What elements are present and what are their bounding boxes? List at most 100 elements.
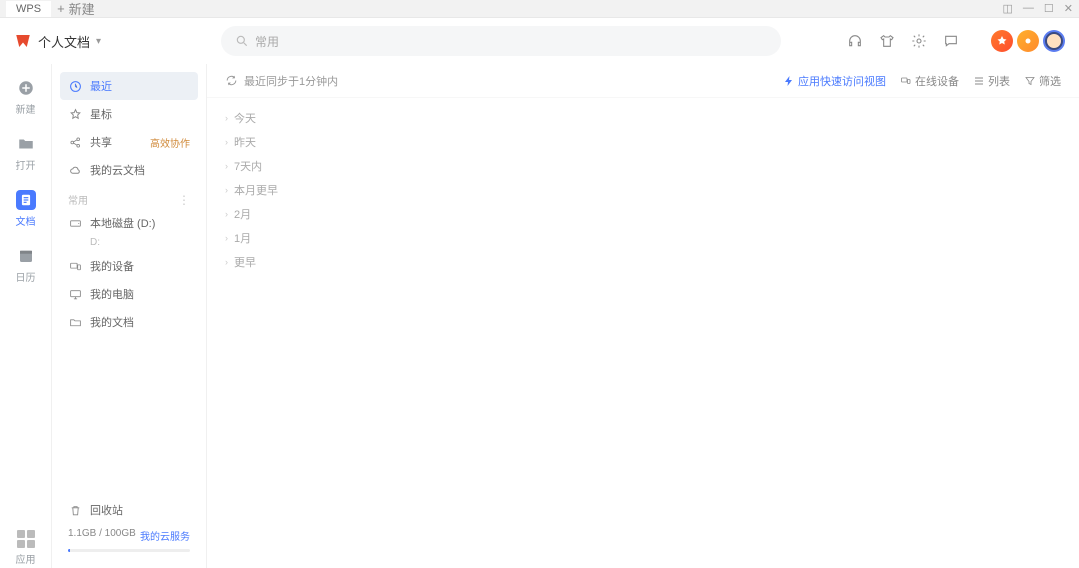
sidebar-cloud-label: 我的云文档	[90, 162, 145, 178]
sidebar-item-cloud[interactable]: 我的云文档	[60, 156, 198, 184]
group-label: 今天	[234, 110, 256, 126]
search-placeholder: 常用	[255, 33, 279, 50]
bolt-icon	[783, 75, 795, 87]
rail-docs-label: 文档	[16, 213, 36, 228]
share-icon	[68, 135, 82, 149]
document-icon	[16, 190, 36, 210]
new-tab-label: 新建	[69, 0, 95, 18]
tab-wps[interactable]: WPS	[6, 1, 51, 17]
filter-icon	[1024, 75, 1036, 87]
list-label: 列表	[988, 73, 1010, 89]
quick-access-label: 应用快速访问视图	[798, 73, 886, 89]
left-rail: 新建 打开 文档 日历 应用	[0, 64, 52, 568]
sidebar-item-computer[interactable]: 我的电脑	[60, 280, 198, 308]
sidebar-item-star[interactable]: 星标	[60, 100, 198, 128]
chevron-right-icon: ›	[225, 233, 228, 243]
gear-icon[interactable]	[911, 33, 927, 49]
avatar-badge-1[interactable]	[991, 30, 1013, 52]
sidebar-item-mydocs[interactable]: 我的文档	[60, 308, 198, 336]
shirt-icon[interactable]	[879, 33, 895, 49]
main: 最近同步于1分钟内 应用快速访问视图 在线设备 列表 筛选	[207, 64, 1079, 568]
sidebar-star-label: 星标	[90, 106, 112, 122]
share-badge: 高效协作	[150, 135, 190, 150]
section-more-icon[interactable]: ⋮	[178, 193, 190, 207]
wps-logo-icon	[14, 32, 32, 50]
group-earlier[interactable]: ›更早	[225, 250, 1061, 274]
title-dropdown-icon[interactable]: ▾	[96, 36, 101, 47]
plus-circle-icon	[16, 78, 36, 98]
storage-info: 1.1GB / 100GB 我的云服务	[60, 524, 198, 545]
group-7days[interactable]: › 7天内	[225, 154, 1061, 178]
sync-icon	[225, 74, 238, 87]
header: 个人文档 ▾ 常用	[0, 18, 1079, 64]
rail-new[interactable]: 新建	[0, 76, 51, 118]
sidebar-recent-label: 最近	[90, 78, 112, 94]
sidebar-item-recycle[interactable]: 回收站	[60, 496, 198, 524]
apps-grid-icon	[17, 530, 35, 548]
titlebar: WPS + 新建 ◫ — ☐ ✕	[0, 0, 1079, 18]
devices-icon	[68, 259, 82, 273]
window-close-icon[interactable]: ✕	[1064, 2, 1073, 15]
rail-calendar[interactable]: 日历	[0, 244, 51, 286]
group-label: 1月	[234, 230, 251, 246]
recycle-label: 回收站	[90, 502, 123, 518]
rail-apps-label: 应用	[16, 551, 36, 566]
window-maximize-icon[interactable]: ☐	[1044, 2, 1054, 15]
disk-icon	[68, 216, 82, 230]
sidebar-item-recent[interactable]: 最近	[60, 72, 198, 100]
sidebar-item-share[interactable]: 共享 高效协作	[60, 128, 198, 156]
sync-status: 最近同步于1分钟内	[225, 73, 338, 89]
sidebar-footer: 回收站 1.1GB / 100GB 我的云服务	[52, 496, 206, 560]
storage-used-label: 1.1GB / 100GB	[68, 528, 136, 543]
section-label: 常用	[68, 192, 88, 207]
local-disk-label: 本地磁盘 (D:)	[90, 215, 155, 231]
group-yesterday[interactable]: ›昨天	[225, 130, 1061, 154]
chevron-right-icon: ›	[225, 185, 228, 195]
search-icon	[235, 34, 249, 48]
trash-icon	[68, 503, 82, 517]
rail-open[interactable]: 打开	[0, 132, 51, 174]
new-tab-button[interactable]: + 新建	[57, 0, 95, 18]
online-devices-label: 在线设备	[915, 73, 959, 89]
group-earlier-month[interactable]: ›本月更早	[225, 178, 1061, 202]
rail-open-label: 打开	[16, 157, 36, 172]
group-jan[interactable]: › 1月	[225, 226, 1061, 250]
cloud-icon	[68, 163, 82, 177]
message-icon[interactable]	[943, 33, 959, 49]
page-title[interactable]: 个人文档	[38, 32, 90, 51]
sidebar-item-local-disk[interactable]: 本地磁盘 (D:) D:	[60, 211, 198, 252]
rail-new-label: 新建	[16, 101, 36, 116]
window-compact-icon[interactable]: ◫	[1003, 2, 1013, 15]
chevron-right-icon: ›	[225, 113, 228, 123]
avatar-user[interactable]	[1043, 30, 1065, 52]
rail-apps[interactable]: 应用	[0, 528, 51, 568]
chevron-right-icon: ›	[225, 161, 228, 171]
group-today[interactable]: › 今天	[225, 106, 1061, 130]
rail-calendar-label: 日历	[16, 269, 36, 284]
list-view-button[interactable]: 列表	[973, 73, 1010, 89]
online-devices-button[interactable]: 在线设备	[900, 73, 959, 89]
chevron-right-icon: ›	[225, 209, 228, 219]
group-label: 7天内	[234, 158, 262, 174]
devices-label: 我的设备	[90, 258, 134, 274]
filter-button[interactable]: 筛选	[1024, 73, 1061, 89]
clock-icon	[68, 79, 82, 93]
group-feb[interactable]: › 2月	[225, 202, 1061, 226]
folder-icon	[16, 134, 36, 154]
toolbar-actions: 应用快速访问视图 在线设备 列表 筛选	[783, 73, 1061, 89]
cloud-service-link[interactable]: 我的云服务	[140, 528, 190, 543]
local-disk-sublabel: D:	[90, 237, 190, 248]
quick-access-button[interactable]: 应用快速访问视图	[783, 73, 886, 89]
avatar-group	[991, 30, 1065, 52]
sidebar-item-devices[interactable]: 我的设备	[60, 252, 198, 280]
avatar-badge-2[interactable]	[1017, 30, 1039, 52]
group-label: 2月	[234, 206, 251, 222]
star-icon	[68, 107, 82, 121]
filter-label: 筛选	[1039, 73, 1061, 89]
main-toolbar: 最近同步于1分钟内 应用快速访问视图 在线设备 列表 筛选	[207, 64, 1079, 98]
plus-icon: +	[57, 1, 65, 16]
search-input[interactable]: 常用	[221, 26, 781, 56]
rail-docs[interactable]: 文档	[0, 188, 51, 230]
headset-icon[interactable]	[847, 33, 863, 49]
window-minimize-icon[interactable]: —	[1023, 2, 1034, 15]
